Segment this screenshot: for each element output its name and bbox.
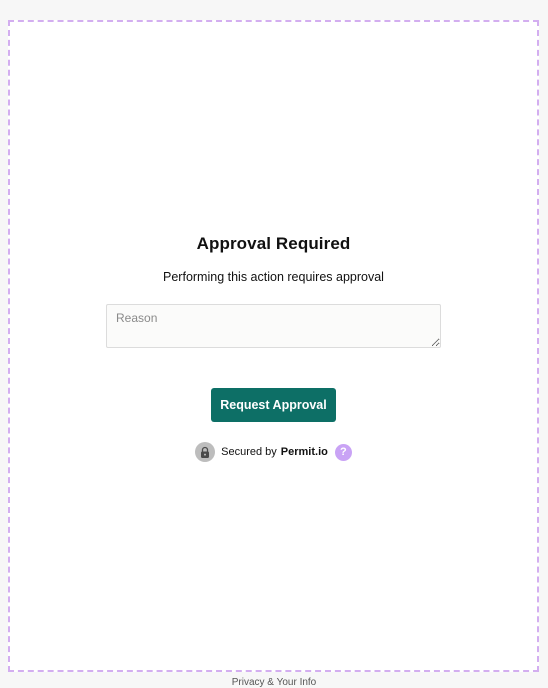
reason-field-wrapper [106, 304, 441, 348]
dialog-title: Approval Required [196, 234, 351, 253]
approval-content: Approval Required Performing this action… [10, 234, 537, 462]
dialog-subtitle: Performing this action requires approval [163, 270, 384, 284]
permit-brand-link[interactable]: Permit.io [281, 446, 328, 458]
lock-icon [195, 442, 216, 462]
reason-input[interactable] [106, 304, 441, 348]
secured-by-label: Secured by [221, 446, 277, 458]
question-icon[interactable]: ? [334, 443, 352, 461]
approval-frame: Approval Required Performing this action… [8, 20, 539, 672]
secured-by-row: Secured by Permit.io ? [195, 442, 352, 462]
request-approval-button[interactable]: Request Approval [211, 388, 336, 422]
